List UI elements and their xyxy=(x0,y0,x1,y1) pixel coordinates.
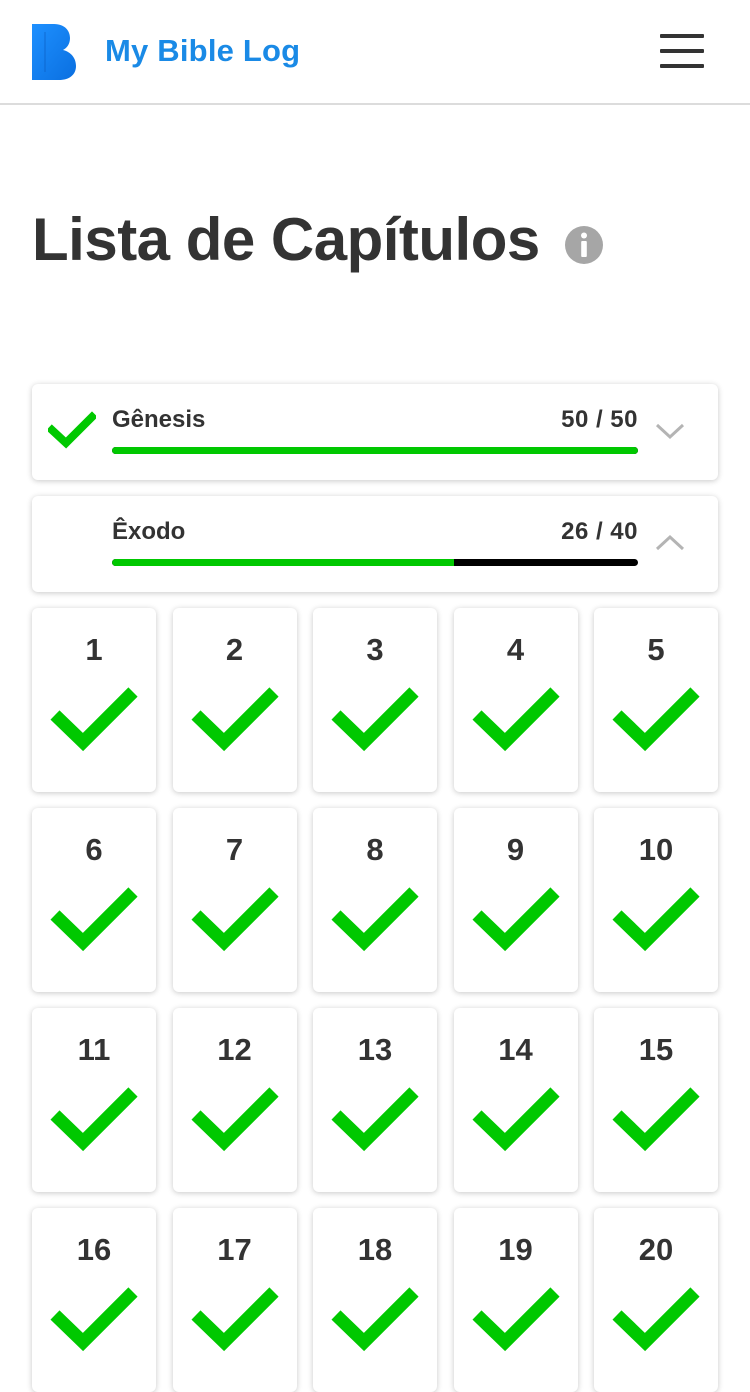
chapter-number: 3 xyxy=(366,632,384,667)
chapter-tile[interactable]: 13 xyxy=(313,1008,437,1192)
app-title[interactable]: My Bible Log xyxy=(105,33,300,69)
check-icon xyxy=(331,687,419,752)
chapter-tile[interactable]: 5 xyxy=(594,608,718,792)
chapter-tile[interactable]: 15 xyxy=(594,1008,718,1192)
check-icon xyxy=(50,887,138,952)
chapter-number: 14 xyxy=(498,1032,533,1067)
chapter-tile[interactable]: 11 xyxy=(32,1008,156,1192)
book-progress-count: 26 / 40 xyxy=(561,518,638,545)
check-icon xyxy=(331,1287,419,1352)
chapter-number: 2 xyxy=(225,632,244,667)
chapter-tile[interactable]: 17 xyxy=(172,1208,297,1392)
chapter-number: 1 xyxy=(85,632,103,667)
chapter-tile[interactable]: 7 xyxy=(172,808,297,992)
check-icon xyxy=(48,411,96,449)
chapter-tile[interactable]: 4 xyxy=(453,608,578,792)
progress-bar-fill xyxy=(112,447,638,454)
book-name: Gênesis xyxy=(112,406,206,433)
chapter-number: 5 xyxy=(647,632,665,667)
check-icon xyxy=(471,1087,560,1152)
book-progress-count: 50 / 50 xyxy=(561,406,638,433)
chapter-number: 17 xyxy=(217,1232,252,1267)
chapter-tile[interactable]: 1 xyxy=(32,608,156,792)
chapter-number: 18 xyxy=(357,1232,393,1267)
check-icon xyxy=(471,687,560,752)
chapter-number: 13 xyxy=(357,1032,393,1067)
check-icon xyxy=(612,1287,700,1352)
chapter-number: 4 xyxy=(506,632,525,667)
book-card-exodo[interactable]: Êxodo 26 / 40 xyxy=(32,496,718,592)
chevron-up-icon[interactable] xyxy=(654,532,686,554)
info-icon[interactable] xyxy=(564,225,604,265)
check-icon xyxy=(190,1287,279,1352)
check-icon xyxy=(331,887,419,952)
book-name: Êxodo xyxy=(112,518,186,545)
chapter-number: 15 xyxy=(638,1032,674,1067)
chapter-number: 9 xyxy=(506,832,525,867)
chapter-tile[interactable]: 19 xyxy=(453,1208,578,1392)
check-icon xyxy=(471,1287,560,1352)
chapter-tile[interactable]: 16 xyxy=(32,1208,156,1392)
chapter-number: 10 xyxy=(638,832,674,867)
check-icon xyxy=(612,887,700,952)
chapter-grid: 1 2 3 4 5 6 7 8 9 10 11 12 13 14 15 16 1… xyxy=(32,608,718,1392)
chapter-number: 20 xyxy=(638,1232,674,1267)
chapter-number: 8 xyxy=(366,832,384,867)
check-icon xyxy=(50,1087,138,1152)
chapter-tile[interactable]: 12 xyxy=(172,1008,297,1192)
chapter-tile[interactable]: 9 xyxy=(453,808,578,992)
bible-log-logo-icon[interactable] xyxy=(32,24,78,80)
check-icon xyxy=(612,687,700,752)
chapter-number: 6 xyxy=(85,832,103,867)
check-icon xyxy=(331,1087,419,1152)
chapter-number: 16 xyxy=(76,1232,112,1267)
chapter-number: 7 xyxy=(225,832,244,867)
check-icon xyxy=(190,1087,279,1152)
progress-bar-fill xyxy=(112,559,454,566)
progress-bar xyxy=(112,559,638,566)
chapter-tile[interactable]: 20 xyxy=(594,1208,718,1392)
chapter-tile[interactable]: 6 xyxy=(32,808,156,992)
chapter-tile[interactable]: 2 xyxy=(172,608,297,792)
check-icon xyxy=(612,1087,700,1152)
book-card-genesis[interactable]: Gênesis 50 / 50 xyxy=(32,384,718,480)
progress-bar xyxy=(112,447,638,454)
page-title: Lista de Capítulos xyxy=(32,206,540,273)
chevron-down-icon[interactable] xyxy=(654,420,686,442)
chapter-tile[interactable]: 8 xyxy=(313,808,437,992)
check-icon xyxy=(471,887,560,952)
check-icon xyxy=(190,887,279,952)
chapter-tile[interactable]: 18 xyxy=(313,1208,437,1392)
chapter-number: 12 xyxy=(217,1032,252,1067)
chapter-tile[interactable]: 14 xyxy=(453,1008,578,1192)
check-icon xyxy=(50,1287,138,1352)
check-icon xyxy=(50,687,138,752)
chapter-number: 19 xyxy=(498,1232,533,1267)
hamburger-menu-icon[interactable] xyxy=(656,32,706,72)
chapter-tile[interactable]: 10 xyxy=(594,808,718,992)
app-header: My Bible Log xyxy=(0,0,750,105)
chapter-tile[interactable]: 3 xyxy=(313,608,437,792)
chapter-number: 11 xyxy=(77,1032,111,1067)
check-icon xyxy=(190,687,279,752)
